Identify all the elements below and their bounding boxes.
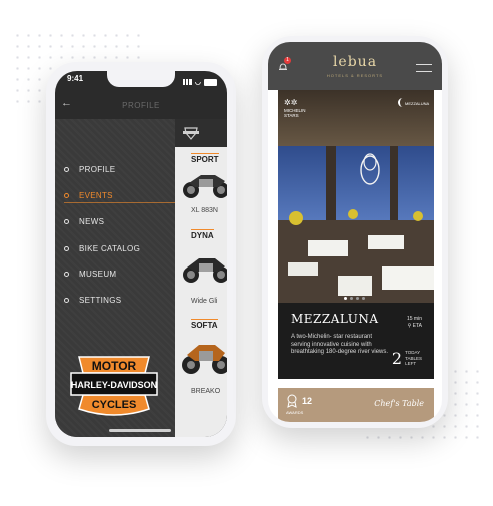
motorcycle-image bbox=[183, 175, 227, 198]
active-underline bbox=[64, 202, 175, 203]
menu-label: NEWS bbox=[79, 216, 105, 226]
harley-davidson-logo: MOTOR HARLEY-DAVIDSON CYCLES bbox=[70, 356, 158, 416]
tables-count: 2 bbox=[391, 349, 403, 368]
chefs-table-signature: Chef's Table bbox=[374, 399, 424, 408]
motorcycle-image bbox=[182, 345, 227, 374]
pager-dot[interactable] bbox=[344, 297, 347, 300]
menu-item-events[interactable]: EVENTS bbox=[64, 188, 113, 202]
menu-label: EVENTS bbox=[79, 190, 113, 200]
catalog-heading: SPORT bbox=[191, 153, 219, 164]
eta-info: 15 min ⚲ ETA bbox=[407, 316, 422, 329]
nav-title: PROFILE bbox=[122, 101, 160, 110]
awards-label: AWARDS bbox=[286, 410, 304, 415]
svg-text:HARLEY-DAVIDSON: HARLEY-DAVIDSON bbox=[71, 380, 157, 390]
status-icons: ◡ bbox=[182, 75, 217, 89]
bar-shield-icon bbox=[183, 127, 199, 140]
award-icon bbox=[287, 394, 297, 408]
eta-label: ETA bbox=[412, 322, 422, 329]
pager-dot[interactable] bbox=[350, 297, 353, 300]
catalog-item[interactable]: SOFTA BREAKO bbox=[175, 315, 227, 403]
catalog-model: BREAKO bbox=[191, 388, 221, 395]
restaurant-description: A two-Michelin- star restaurant serving … bbox=[291, 334, 389, 355]
tables-label-line: TODAY bbox=[405, 350, 421, 356]
catalog-model: Wide Gli bbox=[191, 298, 218, 305]
wifi-icon: ◡ bbox=[194, 79, 201, 86]
phone-harley: 9:41 ◡ ← PROFILE PROFILE EVENTS NEWS BIK… bbox=[46, 62, 236, 446]
brand-subtitle: HOTELS & RESORTS bbox=[326, 73, 384, 78]
michelin-stars-icon: ✲✲ bbox=[284, 98, 298, 107]
phone-notch bbox=[107, 71, 175, 87]
menu-label: MUSEUM bbox=[79, 269, 117, 279]
restaurant-brand-badge: MEZZALUNA bbox=[398, 98, 430, 112]
svg-text:MOTOR: MOTOR bbox=[92, 359, 137, 373]
menu-item-news[interactable]: NEWS bbox=[64, 214, 104, 228]
menu-item-settings[interactable]: SETTINGS bbox=[64, 293, 121, 307]
bullet-icon bbox=[64, 271, 69, 277]
menu-label: SETTINGS bbox=[79, 295, 122, 305]
restaurant-title: MEZZALUNA bbox=[291, 312, 379, 326]
menu-label: BIKE CATALOG bbox=[79, 243, 141, 253]
side-drawer: PROFILE EVENTS NEWS BIKE CATALOG MUSEUM … bbox=[55, 119, 175, 437]
tables-label-line: TABLES bbox=[405, 355, 422, 361]
status-time: 9:41 bbox=[67, 74, 84, 83]
tables-label-line: LEFT bbox=[405, 361, 417, 367]
tables-left: 2 TODAY TABLES LEFT bbox=[392, 349, 422, 368]
carousel-pager[interactable] bbox=[344, 297, 365, 300]
bullet-icon bbox=[64, 166, 69, 172]
battery-icon bbox=[204, 78, 217, 86]
menu-icon[interactable] bbox=[416, 64, 432, 72]
signal-icon bbox=[182, 79, 192, 85]
bullet-icon bbox=[64, 245, 69, 251]
top-nav: ← PROFILE bbox=[55, 93, 227, 119]
menu-item-bike-catalog[interactable]: BIKE CATALOG bbox=[64, 241, 140, 255]
catalog-model: XL 883N bbox=[191, 207, 218, 214]
awards-count: 12 bbox=[302, 396, 313, 406]
menu-label: PROFILE bbox=[79, 164, 116, 174]
svg-text:CYCLES: CYCLES bbox=[92, 399, 137, 411]
catalog-item[interactable]: DYNA Wide Gli bbox=[175, 225, 227, 311]
menu-item-profile[interactable]: PROFILE bbox=[64, 162, 115, 176]
michelin-badge: ✲✲ MICHELIN STARS bbox=[284, 98, 314, 118]
catalog-item[interactable]: SPORT XL 883N bbox=[175, 149, 227, 219]
pager-dot[interactable] bbox=[362, 297, 365, 300]
bullet-icon bbox=[64, 218, 69, 224]
catalog-heading: SOFTA bbox=[191, 319, 218, 330]
michelin-label: MICHELIN STARS bbox=[284, 107, 306, 118]
pager-dot[interactable] bbox=[356, 297, 359, 300]
bike-catalog-panel: SPORT XL 883N DYNA Wide Gli SOFTA BREAKO bbox=[175, 119, 227, 437]
motorcycle-image bbox=[183, 258, 227, 283]
catalog-header bbox=[175, 119, 227, 147]
lebua-screen: 1 lebua HOTELS & RESORTS ✲✲ MICHELIN STA… bbox=[268, 42, 442, 422]
phone-lebua: 1 lebua HOTELS & RESORTS ✲✲ MICHELIN STA… bbox=[262, 36, 448, 428]
catalog-heading: DYNA bbox=[191, 229, 214, 240]
awards-card[interactable]: 12 AWARDS Chef's Table bbox=[278, 388, 434, 422]
bullet-icon bbox=[64, 297, 69, 303]
restaurant-photo bbox=[278, 90, 434, 303]
harley-screen: 9:41 ◡ ← PROFILE PROFILE EVENTS NEWS BIK… bbox=[55, 71, 227, 437]
bullet-icon bbox=[64, 192, 69, 198]
restaurant-brand-label: MEZZALUNA bbox=[405, 101, 430, 106]
tables-label: TODAY TABLES LEFT bbox=[405, 350, 422, 366]
home-indicator bbox=[109, 429, 171, 432]
location-pin-icon: ⚲ bbox=[407, 322, 412, 329]
lebua-header: 1 lebua HOTELS & RESORTS bbox=[268, 42, 442, 90]
menu-item-museum[interactable]: MUSEUM bbox=[64, 267, 116, 281]
restaurant-card[interactable]: ✲✲ MICHELIN STARS MEZZALUNA MEZZALUNA A … bbox=[278, 90, 434, 379]
